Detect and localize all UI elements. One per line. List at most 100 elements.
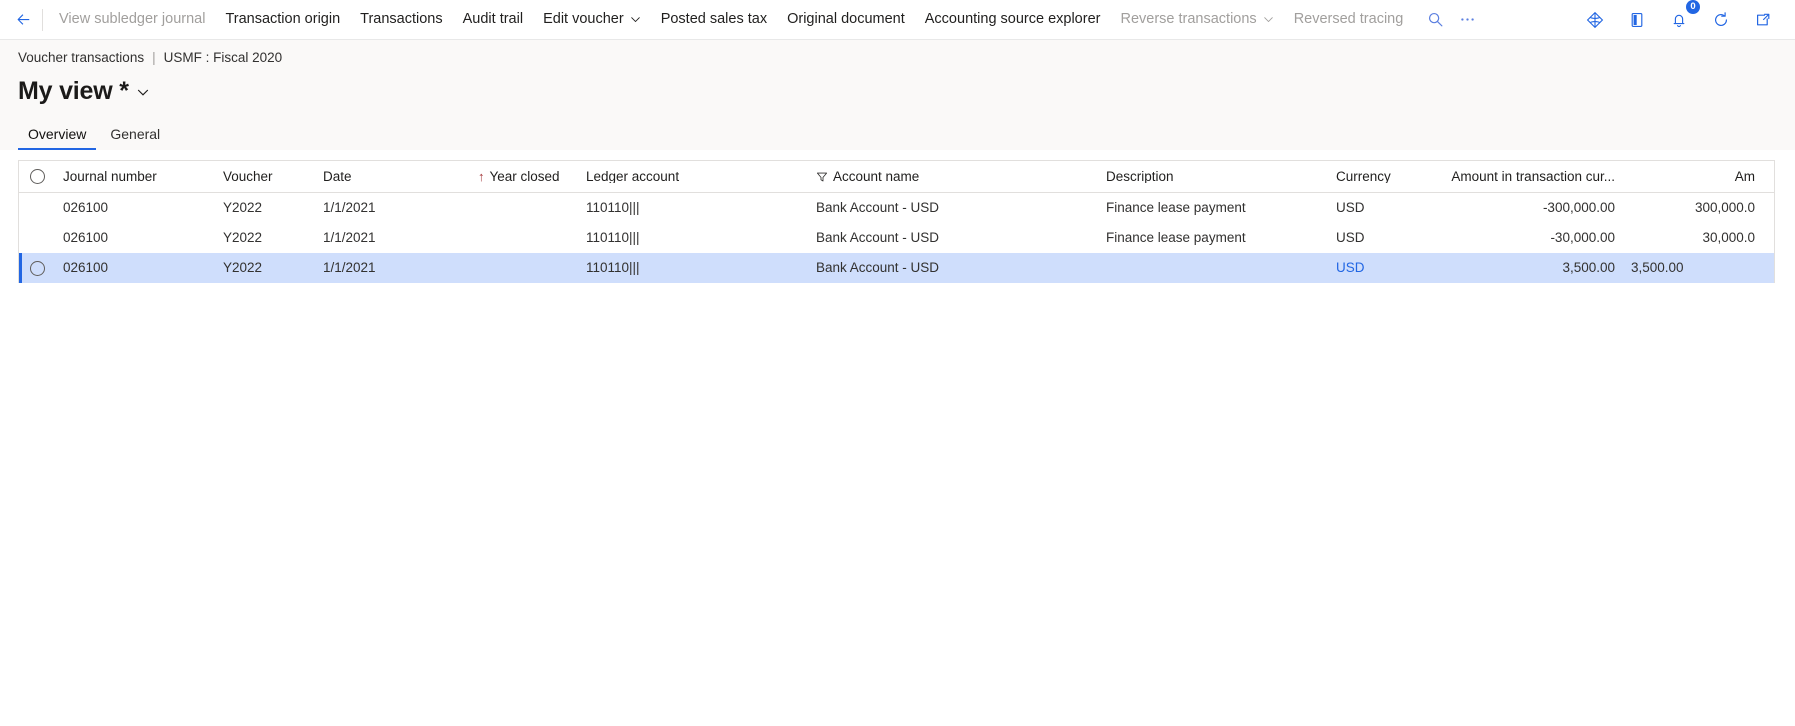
column-header-amount-in-transaction-currency[interactable]: Amount in transaction cur... [1428,170,1623,184]
popout-window-icon [1757,13,1770,25]
column-options-button[interactable] [1763,166,1774,187]
table-row[interactable]: 026100 Y2022 1/1/2021 110110||| Bank Acc… [19,223,1774,253]
chevron-down-icon [137,89,148,96]
cell-currency[interactable]: USD [1328,261,1428,275]
command-bar-right-icons: 0 [1579,0,1783,36]
column-header-label: Account name [833,169,920,184]
column-header-amount-truncated[interactable]: Am [1623,170,1763,184]
cell-amount-in-transaction-currency[interactable]: -300,000.00 [1428,201,1623,215]
tab-label: Overview [28,126,87,142]
search-icon [1428,12,1443,27]
cb-transactions[interactable]: Transactions [350,6,452,33]
search-button[interactable] [1419,4,1451,36]
view-selector[interactable]: My view * [18,77,150,106]
column-header-label: Voucher [223,169,273,184]
row-selector-cell[interactable] [19,260,55,276]
cb-label: Audit trail [462,11,524,28]
open-in-app-button[interactable] [1621,4,1653,36]
column-header-currency[interactable]: Currency [1328,170,1428,184]
column-header-label: Year closed [489,169,560,184]
ellipsis-icon [1461,18,1474,21]
column-header-label: Date [323,169,352,184]
cb-edit-voucher[interactable]: Edit voucher [533,6,651,33]
page-title: My view * [18,77,129,106]
cell-amount-in-transaction-currency[interactable]: -30,000.00 [1428,231,1623,245]
column-header-year-closed[interactable]: ↑ Year closed [470,170,578,184]
tab-strip: Overview General [18,120,1795,150]
column-header-account-name[interactable]: Account name [808,170,1098,184]
cb-reverse-transactions[interactable]: Reverse transactions [1110,6,1283,33]
command-bar-divider [42,8,43,31]
cell-voucher[interactable]: Y2022 [215,261,315,275]
select-all-cell[interactable] [19,169,55,184]
tab-overview[interactable]: Overview [18,120,97,150]
cell-journal-number[interactable]: 026100 [55,201,215,215]
cell-currency[interactable]: USD [1328,231,1428,245]
breadcrumb-separator: | [152,50,156,65]
cb-label: Posted sales tax [660,11,768,28]
office-app-launcher-button[interactable] [1579,4,1611,36]
tab-general[interactable]: General [100,120,170,150]
column-header-label: Amount in transaction cur... [1451,169,1615,184]
filter-icon [816,171,828,183]
chevron-down-icon [1263,17,1273,23]
back-button[interactable] [8,5,38,35]
cell-amount-secondary[interactable]: 3,500.00 [1623,261,1763,275]
cell-account-name[interactable]: Bank Account - USD [808,231,1098,245]
cb-label: View subledger journal [59,11,206,28]
cb-label: Reverse transactions [1120,11,1257,28]
cb-transaction-origin[interactable]: Transaction origin [215,6,350,33]
cb-accounting-source-explorer[interactable]: Accounting source explorer [915,6,1111,33]
cell-currency[interactable]: USD [1328,201,1428,215]
cell-ledger-account[interactable]: 110110||| [578,261,808,275]
cell-ledger-account[interactable]: 110110||| [578,201,808,215]
column-header-label: Am [1734,169,1755,184]
cb-label: Original document [787,11,905,28]
breadcrumb: Voucher transactions | USMF : Fiscal 202… [18,48,1795,71]
cell-description[interactable]: Finance lease payment [1098,231,1328,245]
cell-journal-number[interactable]: 026100 [55,261,215,275]
cb-label: Accounting source explorer [924,11,1101,28]
refresh-button[interactable] [1705,4,1737,36]
cb-audit-trail[interactable]: Audit trail [453,6,533,33]
column-header-label: Journal number [63,169,157,184]
table-row[interactable]: 026100 Y2022 1/1/2021 110110||| Bank Acc… [19,193,1774,223]
popout-window-button[interactable] [1747,4,1779,36]
overflow-menu-button[interactable] [1451,4,1483,36]
cell-date[interactable]: 1/1/2021 [315,201,470,215]
breadcrumb-company-context: USMF : Fiscal 2020 [163,50,283,65]
cell-journal-number[interactable]: 026100 [55,231,215,245]
cell-account-name[interactable]: Bank Account - USD [808,261,1098,275]
cell-account-name[interactable]: Bank Account - USD [808,201,1098,215]
breadcrumb-page-link[interactable]: Voucher transactions [18,48,144,68]
notification-badge-count: 0 [1686,0,1700,14]
cell-date[interactable]: 1/1/2021 [315,261,470,275]
grid-header-row: Journal number Voucher Date ↑ Year close… [19,161,1774,193]
cell-description[interactable]: Finance lease payment [1098,201,1328,215]
column-header-description[interactable]: Description [1098,170,1328,184]
select-all-radio-icon[interactable] [29,169,45,184]
row-select-radio-icon[interactable] [29,260,45,276]
open-in-app-icon [1631,12,1643,27]
cell-voucher[interactable]: Y2022 [215,201,315,215]
cb-posted-sales-tax[interactable]: Posted sales tax [651,6,777,33]
cb-view-subledger-journal[interactable]: View subledger journal [49,6,215,33]
column-header-date[interactable]: Date [315,170,470,184]
column-header-ledger-account[interactable]: Ledger account [578,170,808,184]
cell-amount-secondary[interactable]: 30,000.0 [1623,231,1763,245]
cell-ledger-account[interactable]: 110110||| [578,231,808,245]
cell-date[interactable]: 1/1/2021 [315,231,470,245]
cell-voucher[interactable]: Y2022 [215,231,315,245]
column-header-voucher[interactable]: Voucher [215,170,315,184]
column-header-label: Ledger account [586,169,680,184]
cell-amount-secondary[interactable]: 300,000.0 [1623,201,1763,215]
cb-original-document[interactable]: Original document [777,6,915,33]
column-header-journal-number[interactable]: Journal number [55,170,215,184]
notifications-button[interactable]: 0 [1663,0,1700,36]
cb-label: Transaction origin [225,11,341,28]
table-row[interactable]: 026100 Y2022 1/1/2021 110110||| Bank Acc… [19,253,1774,283]
column-header-label: Currency [1336,169,1391,184]
back-arrow-icon [17,14,29,25]
cb-reversed-tracing[interactable]: Reversed tracing [1284,6,1414,33]
cell-amount-in-transaction-currency[interactable]: 3,500.00 [1428,261,1623,275]
